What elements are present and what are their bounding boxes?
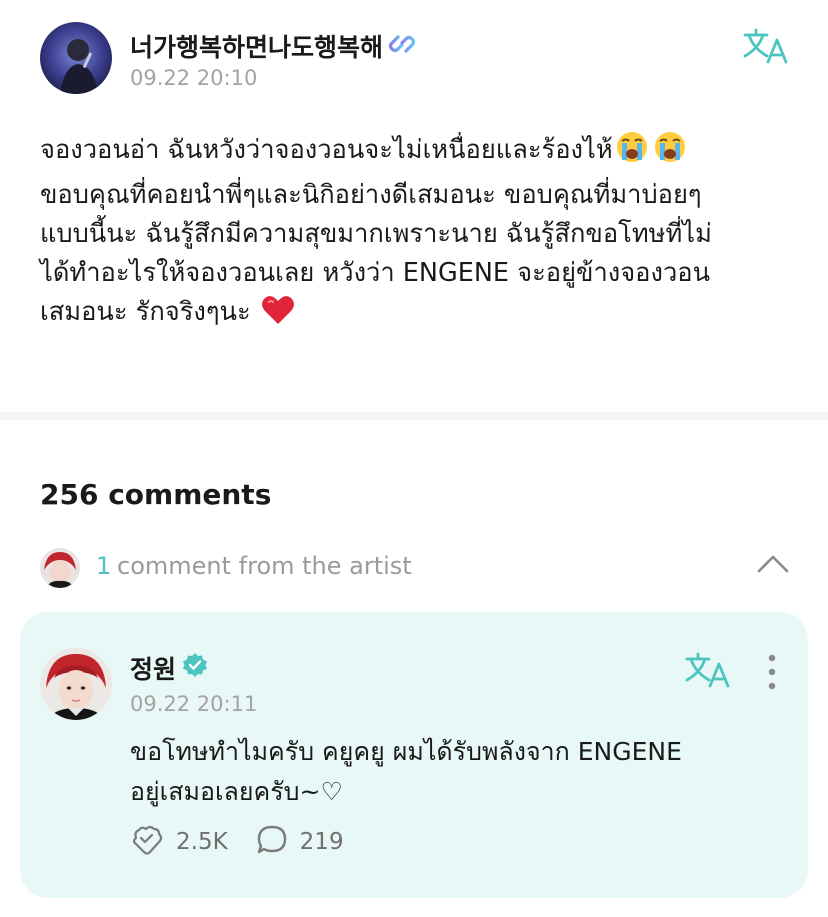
artist-avatar[interactable] bbox=[40, 648, 112, 720]
post-author-name-text: 너가행복하면나도행복해 bbox=[130, 33, 384, 62]
comment-actions: 2.5K 219 bbox=[130, 825, 372, 859]
section-divider bbox=[0, 412, 828, 420]
artist-verified-icon bbox=[182, 652, 208, 684]
post-body: จองวอนอ่า ฉันหวังว่าจองวอนจะไม่เหนื่อยแล… bbox=[40, 130, 800, 338]
loudly-crying-face-icon bbox=[615, 130, 649, 176]
artist-comment-line: ขอโทษทำไมครับ คยูคยู ผมได้รับพลังจาก ENG… bbox=[130, 737, 682, 766]
like-button[interactable]: 2.5K bbox=[130, 824, 228, 860]
chevron-up-icon[interactable] bbox=[756, 552, 790, 576]
post-body-line: จองวอนอ่า ฉันหวังว่าจองวอนจะไม่เหนื่อยแล… bbox=[40, 135, 613, 165]
post-timestamp: 09.22 20:10 bbox=[130, 66, 258, 90]
like-count: 2.5K bbox=[176, 829, 228, 855]
reply-button[interactable]: 219 bbox=[256, 824, 344, 860]
loudly-crying-face-icon bbox=[653, 130, 687, 176]
post-author-avatar[interactable] bbox=[40, 22, 112, 94]
reply-count: 219 bbox=[299, 829, 344, 855]
like-icon bbox=[130, 824, 164, 860]
comment-icon bbox=[256, 824, 288, 860]
red-heart-icon bbox=[261, 294, 295, 338]
comments-count: 256 comments bbox=[40, 478, 272, 511]
post-body-line: ได้ทำอะไรให้จองวอนเลย หวังว่า ENGENE จะอ… bbox=[40, 258, 711, 288]
post-body-line: ขอบคุณที่คอยนำพี่ๆและนิกิอย่างดีเสมอนะ ข… bbox=[40, 180, 702, 210]
post-body-line: เสมอนะ รักจริงๆนะ bbox=[40, 297, 251, 327]
post-body-line: แบบนี้นะ ฉันรู้สึกมีความสุขมากเพราะนาย ฉ… bbox=[40, 219, 712, 249]
artist-comment-card: 정원 09.22 20:11 ขอโทษทำไมครับ คยูคยู ผมได… bbox=[20, 612, 808, 898]
artist-comment-label: comment from the artist bbox=[117, 552, 412, 580]
artist-comment-line: อยู่เสมอเลยครับ~♡ bbox=[130, 777, 343, 806]
translate-icon[interactable] bbox=[742, 26, 788, 66]
fan-verified-icon bbox=[388, 32, 416, 61]
artist-comment-body: ขอโทษทำไมครับ คยูคยู ผมได้รับพลังจาก ENG… bbox=[130, 732, 790, 812]
artist-comment-count: 1 bbox=[96, 552, 112, 580]
artist-comments-toggle[interactable]: 1 comment from the artist bbox=[40, 546, 800, 590]
more-vertical-icon[interactable] bbox=[760, 652, 784, 692]
artist-name-text: 정원 bbox=[130, 655, 177, 684]
post-author-name[interactable]: 너가행복하면나도행복해 bbox=[130, 28, 416, 64]
artist-mini-avatar bbox=[40, 548, 80, 588]
translate-icon[interactable] bbox=[684, 650, 730, 690]
post-header: 너가행복하면나도행복해 09.22 20:10 bbox=[40, 22, 798, 102]
artist-comment-timestamp: 09.22 20:11 bbox=[130, 692, 258, 716]
artist-name[interactable]: 정원 bbox=[130, 650, 208, 686]
